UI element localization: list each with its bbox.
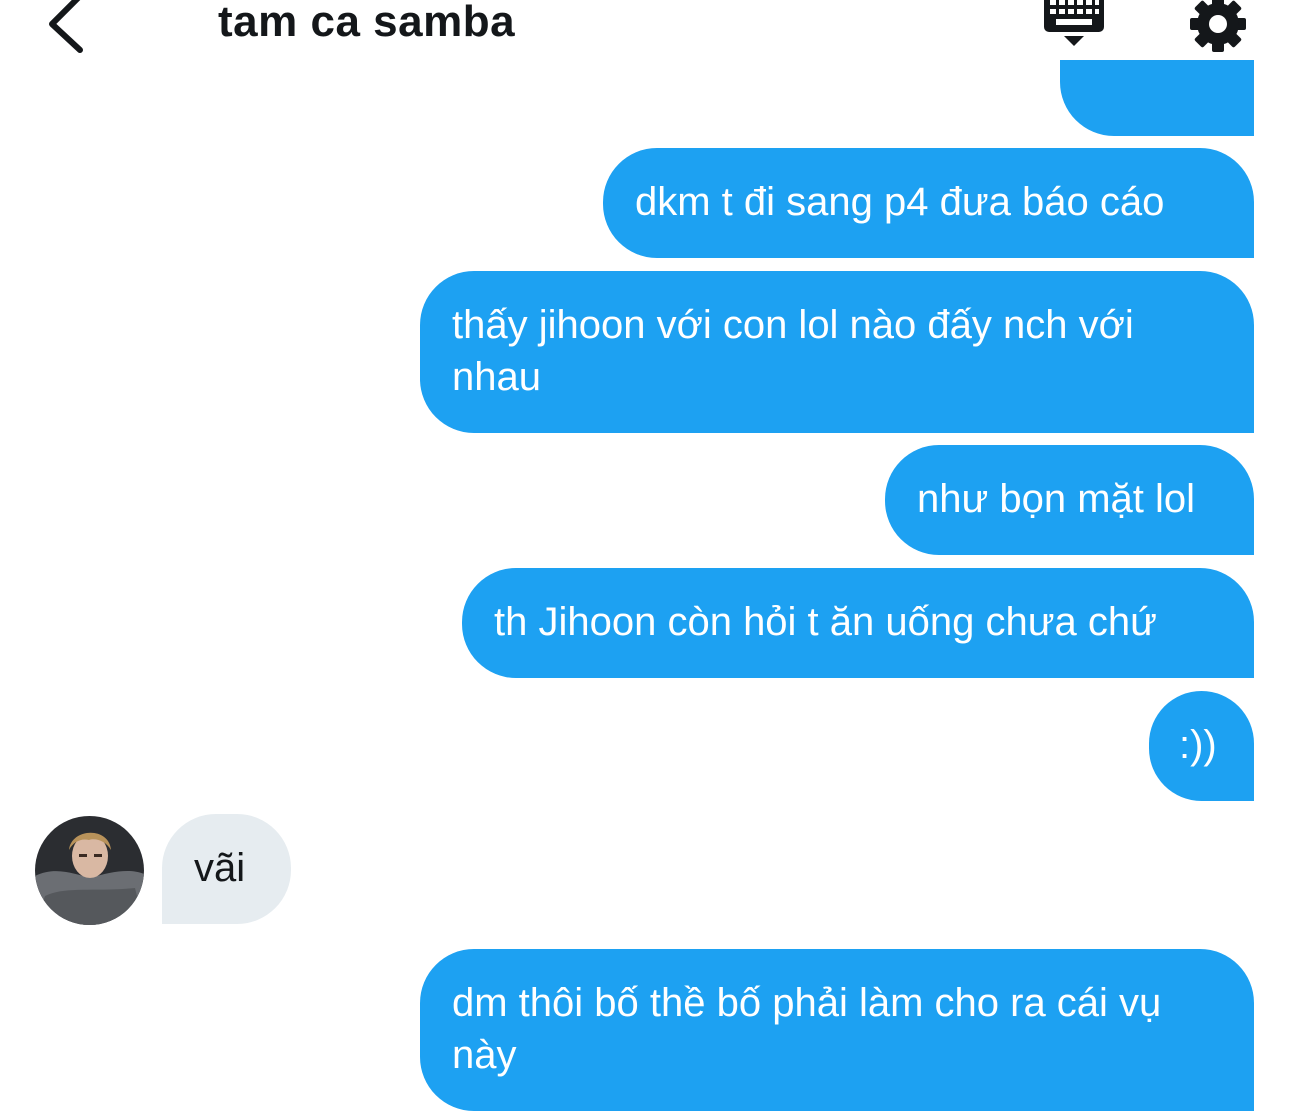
settings-button[interactable] bbox=[1186, 0, 1250, 56]
message-bubble-incoming[interactable]: vãi bbox=[162, 814, 291, 924]
back-button[interactable] bbox=[36, 0, 106, 58]
gear-icon bbox=[1190, 0, 1246, 52]
message-bubble-outgoing[interactable]: dkm t đi sang p4 đưa báo cáo bbox=[603, 148, 1254, 258]
message-bubble-outgoing[interactable]: dm thôi bố thề bố phải làm cho ra cái vụ… bbox=[420, 949, 1254, 1111]
keyboard-button[interactable] bbox=[1040, 0, 1110, 56]
dm-conversation-screen: tam ca samba dkm t đi sang p4 đưa báo cá… bbox=[0, 0, 1290, 1118]
avatar[interactable] bbox=[35, 816, 144, 925]
message-bubble-outgoing[interactable] bbox=[1060, 60, 1254, 136]
profile-photo-icon bbox=[35, 816, 144, 925]
conversation-title[interactable]: tam ca samba bbox=[218, 0, 515, 50]
message-bubble-outgoing[interactable]: th Jihoon còn hỏi t ăn uống chưa chứ bbox=[462, 568, 1254, 678]
chevron-left-icon bbox=[49, 0, 83, 53]
keyboard-icon bbox=[1044, 0, 1104, 46]
message-bubble-outgoing[interactable]: :)) bbox=[1149, 691, 1254, 801]
message-bubble-outgoing[interactable]: thấy jihoon với con lol nào đấy nch với … bbox=[420, 271, 1254, 433]
message-bubble-outgoing[interactable]: như bọn mặt lol bbox=[885, 445, 1254, 555]
